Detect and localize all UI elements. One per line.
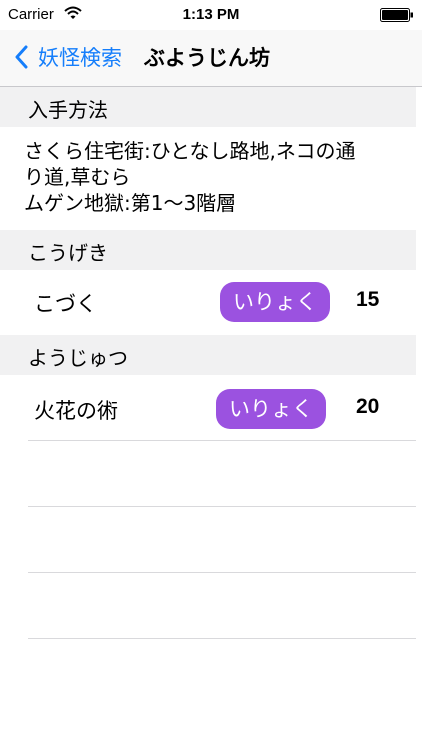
battery-icon [380,8,413,22]
obtain-line: さくら住宅街:ひとなし路地,ネコの通 [24,139,356,163]
status-bar: Carrier 1:13 PM [0,0,422,30]
status-time: 1:13 PM [182,6,240,23]
attack-row[interactable]: こづく いりょく 15 [0,274,416,330]
technique-row[interactable]: 火花の術 いりょく 20 [0,381,416,437]
navigation-bar: 妖怪検索 ぶようじん坊 [0,30,422,87]
row-divider [28,440,416,441]
power-value: 20 [356,395,380,418]
row-divider [28,506,416,507]
power-badge: いりょく [220,282,330,322]
section-header-attack: こうげき [0,230,416,270]
technique-name: 火花の術 [34,399,118,423]
chevron-left-icon [15,45,28,69]
page-title: ぶようじん坊 [144,46,270,70]
row-divider [28,638,416,639]
back-button[interactable]: 妖怪検索 [14,40,122,74]
power-badge: いりょく [216,389,326,429]
back-button-label: 妖怪検索 [38,46,122,70]
obtain-line: ムゲン地獄:第1〜3階層 [24,191,237,215]
attack-name: こづく [34,292,97,316]
section-header-label: ようじゅつ [28,346,128,370]
power-value: 15 [356,288,380,311]
obtain-line: り道,草むら [24,165,131,189]
section-header-label: こうげき [28,241,108,265]
section-header-label: 入手方法 [28,98,108,122]
section-header-technique: ようじゅつ [0,335,416,375]
section-header-obtain: 入手方法 [0,87,416,127]
row-divider [28,572,416,573]
obtain-method-text: さくら住宅街:ひとなし路地,ネコの通 り道,草むら ムゲン地獄:第1〜3階層 [24,138,404,216]
